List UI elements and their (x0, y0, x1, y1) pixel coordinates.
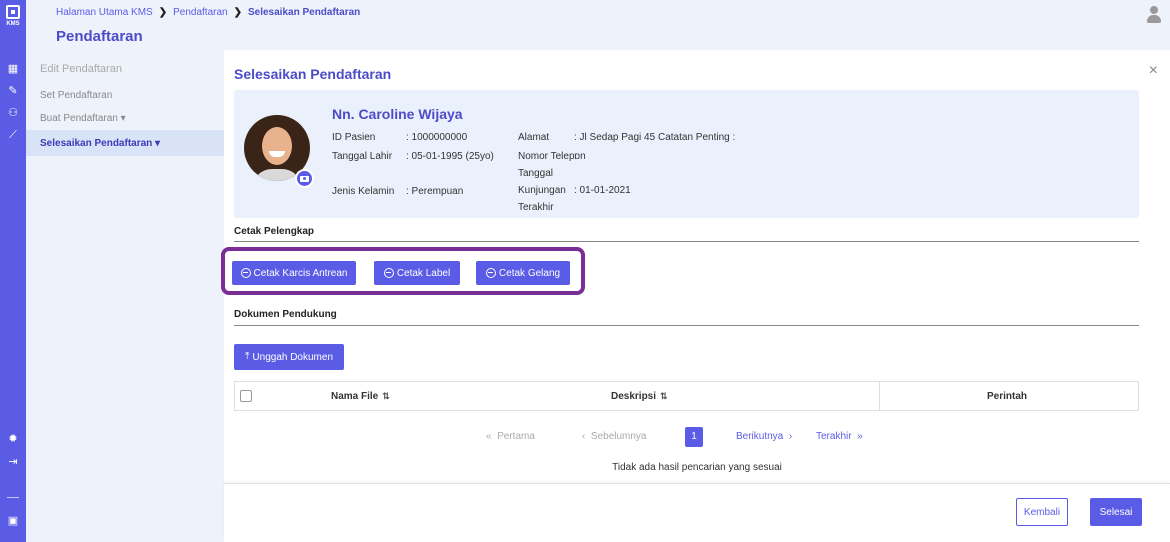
documents-table: Nama File ⇅ Deskripsi ⇅ Perintah (234, 381, 1139, 411)
chevron-right-icon: › (788, 431, 793, 442)
logo-mark-icon (6, 5, 20, 19)
address-value: : Jl Sedap Pagi 45 (574, 132, 656, 143)
col-file-name[interactable]: Nama File ⇅ (331, 391, 390, 402)
chevron-right-icon: ❯ (158, 7, 168, 18)
rail-divider (7, 497, 19, 498)
col-actions: Perintah (987, 391, 1028, 402)
pager-last[interactable]: Terakhir » (816, 431, 863, 442)
subnav-item-complete[interactable]: Selesaikan Pendaftaran ▾ (40, 138, 160, 149)
print-icon (485, 268, 496, 278)
pager-prev[interactable]: ‹ Sebelumnya (582, 431, 647, 442)
subnav-item-create[interactable]: Buat Pendaftaran ▾ (40, 113, 126, 124)
print-section-label: Cetak Pelengkap (234, 226, 315, 237)
visit-label-2: Kunjungan (518, 185, 566, 196)
section-divider (234, 325, 1139, 326)
section-divider (234, 241, 1139, 242)
id-label: ID Pasien (332, 132, 376, 143)
double-chevron-left-icon: « (486, 431, 492, 442)
upload-document-button[interactable]: ⤒ Unggah Dokumen (234, 344, 344, 370)
pagination: « Pertama ‹ Sebelumnya 1 Berikutnya › Te… (224, 427, 1170, 447)
empty-state-message: Tidak ada hasil pencarian yang sesuai (612, 462, 782, 473)
top-bar: Halaman Utama KMS ❯ Pendaftaran ❯ Selesa… (26, 0, 1170, 50)
main-content: Selesaikan Pendaftaran × Nn. Caroline Wi… (221, 50, 1170, 542)
camera-icon[interactable] (295, 169, 314, 188)
gender-label: Jenis Kelamin (332, 186, 395, 197)
subnav-item-set[interactable]: Set Pendaftaran (40, 90, 112, 101)
print-wristband-button[interactable]: Cetak Gelang (476, 261, 570, 285)
users-icon[interactable]: ⚇ (6, 106, 20, 120)
page-title: Pendaftaran (56, 28, 143, 45)
chart-icon[interactable]: ⟋ (6, 128, 20, 142)
double-chevron-right-icon: » (857, 431, 863, 442)
gender-value: : Perempuan (406, 186, 464, 197)
upload-icon: ⤒ (244, 351, 250, 362)
pager-next[interactable]: Berikutnya › (736, 431, 792, 442)
patient-card: Nn. Caroline Wijaya ID Pasien : 10000000… (234, 90, 1139, 218)
settings-icon[interactable]: ✹ (6, 432, 20, 446)
select-all-checkbox[interactable] (240, 390, 252, 402)
docs-section-label: Dokumen Pendukung (234, 309, 337, 320)
main-title: Selesaikan Pendaftaran (234, 66, 392, 82)
logout-icon[interactable]: ⇥ (6, 455, 20, 469)
chevron-right-icon: ❯ (233, 7, 242, 18)
pager-current[interactable]: 1 (685, 427, 703, 447)
sort-icon: ⇅ (382, 391, 390, 401)
dob-label: Tanggal Lahir (332, 151, 393, 162)
breadcrumb: Halaman Utama KMS ❯ Pendaftaran ❯ Selesa… (56, 7, 360, 18)
visit-label-1: Tanggal (518, 168, 554, 179)
dob-value: : 05-01-1995 (25yo) (406, 151, 494, 162)
close-icon[interactable]: × (1149, 62, 1158, 80)
breadcrumb-registration[interactable]: Pendaftaran (173, 7, 228, 18)
print-label-button[interactable]: Cetak Label (374, 261, 460, 285)
print-queue-ticket-button[interactable]: Cetak Karcis Antrean (232, 261, 356, 285)
id-value: : 1000000000 (406, 132, 468, 143)
notes-label: Catatan Penting : (658, 132, 736, 143)
breadcrumb-current: Selesaikan Pendaftaran (247, 7, 361, 18)
dashboard-icon[interactable]: ▦ (6, 62, 20, 76)
print-icon (383, 268, 394, 278)
print-icon (240, 268, 251, 278)
kms-logo[interactable]: KMS (3, 5, 23, 33)
left-rail: KMS ▦ ✎ ⚇ ⟋ ✹ ⇥ ▣ (0, 0, 26, 542)
chevron-left-icon: ‹ (582, 431, 586, 442)
pager-first[interactable]: « Pertama (486, 431, 535, 442)
user-icon[interactable] (1146, 6, 1162, 24)
back-button[interactable]: Kembali (1016, 498, 1068, 526)
subnav-header[interactable]: Edit Pendaftaran (40, 63, 122, 75)
logo-text: KMS (6, 21, 20, 27)
patient-name: Nn. Caroline Wijaya (332, 106, 463, 122)
calendar-icon[interactable]: ▣ (6, 514, 20, 528)
visit-label-3: Terakhir (518, 202, 554, 213)
sort-icon: ⇅ (660, 391, 668, 401)
visit-value: : 01-01-2021 (574, 185, 631, 196)
footer-bar: Kembali Selesai (224, 483, 1170, 542)
sub-nav: Edit Pendaftaran Set Pendaftaran Buat Pe… (26, 50, 224, 542)
edit-icon[interactable]: ✎ (6, 84, 20, 98)
phone-value: : (574, 151, 577, 162)
col-description[interactable]: Deskripsi ⇅ (611, 391, 668, 402)
breadcrumb-home[interactable]: Halaman Utama KMS (56, 7, 153, 18)
address-label: Alamat (518, 132, 550, 143)
finish-button[interactable]: Selesai (1090, 498, 1142, 526)
